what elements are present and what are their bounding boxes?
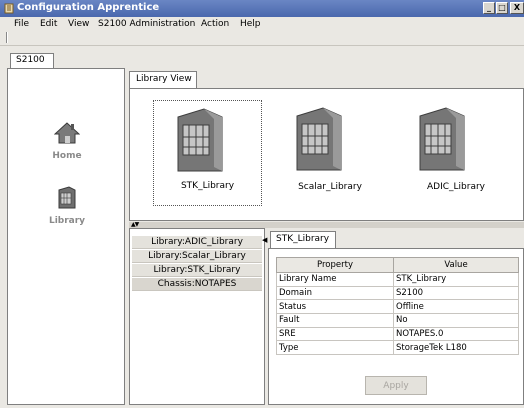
- property-cell: Fault: [276, 313, 394, 328]
- table-row[interactable]: Status Offline: [276, 299, 519, 315]
- menu-s2100-administration[interactable]: S2100 Administration: [98, 19, 195, 29]
- property-cell: SRE: [276, 326, 394, 342]
- table-row[interactable]: Domain S2100: [276, 285, 519, 301]
- library-label-stk: STK_Library: [180, 181, 235, 191]
- property-table: Property Value Library Name STK_Library D…: [276, 257, 519, 356]
- list-item[interactable]: Chassis:NOTAPES: [132, 278, 262, 291]
- library-item-scalar[interactable]: Scalar_Library: [285, 100, 381, 206]
- library-icon: [419, 107, 465, 171]
- table-row[interactable]: SRE NOTAPES.0: [276, 326, 519, 342]
- maximize-button[interactable]: □: [496, 2, 508, 14]
- nav-item-home[interactable]: Home: [8, 121, 126, 161]
- menu-bar: File Edit View S2100 Administration Acti…: [0, 17, 524, 46]
- library-icon: [177, 108, 223, 172]
- menu-help[interactable]: Help: [240, 19, 261, 29]
- title-bar: Configuration Apprentice _ □ X: [0, 0, 524, 17]
- toolbar-grip[interactable]: [6, 32, 8, 43]
- value-cell[interactable]: StorageTek L180: [393, 340, 519, 356]
- library-item-adic[interactable]: ADIC_Library: [410, 100, 506, 206]
- menu-action[interactable]: Action: [201, 19, 229, 29]
- collapse-arrow-icon[interactable]: ◀: [262, 236, 267, 244]
- property-cell: Domain: [276, 285, 394, 301]
- tree-list-pane: Library:ADIC_Library Library:Scalar_Libr…: [129, 228, 265, 405]
- menu-file[interactable]: File: [14, 19, 29, 29]
- splitter-arrows[interactable]: ▲▼: [131, 221, 139, 228]
- left-nav-pane: Home Library: [7, 68, 125, 405]
- app-icon: [4, 3, 14, 14]
- table-row[interactable]: Type StorageTek L180: [276, 340, 519, 356]
- nav-label-library: Library: [48, 216, 86, 226]
- close-button[interactable]: X: [510, 2, 524, 14]
- library-icon: [58, 186, 76, 209]
- tab-s2100[interactable]: S2100: [10, 53, 54, 68]
- apply-button[interactable]: Apply: [365, 376, 427, 395]
- value-cell[interactable]: Offline: [393, 299, 519, 315]
- tab-stk-library[interactable]: STK_Library: [270, 231, 336, 248]
- value-cell[interactable]: S2100: [393, 285, 519, 301]
- property-cell: Library Name: [276, 272, 394, 287]
- column-header-value[interactable]: Value: [393, 257, 519, 273]
- library-item-stk[interactable]: STK_Library: [153, 100, 262, 206]
- tab-library-view[interactable]: Library View: [129, 71, 197, 88]
- minimize-button[interactable]: _: [483, 2, 495, 14]
- home-icon: [53, 122, 81, 144]
- table-row[interactable]: Fault No: [276, 313, 519, 328]
- property-cell: Type: [276, 340, 394, 356]
- library-icon: [296, 107, 342, 171]
- table-row[interactable]: Library Name STK_Library: [276, 272, 519, 287]
- library-label-scalar: Scalar_Library: [298, 182, 362, 192]
- menu-view[interactable]: View: [68, 19, 89, 29]
- list-item[interactable]: Library:Scalar_Library: [132, 250, 262, 263]
- value-cell[interactable]: STK_Library: [393, 272, 519, 287]
- nav-item-library[interactable]: Library: [8, 186, 126, 226]
- library-label-adic: ADIC_Library: [427, 182, 485, 192]
- menu-edit[interactable]: Edit: [40, 19, 57, 29]
- value-cell[interactable]: NOTAPES.0: [393, 326, 519, 342]
- value-cell[interactable]: No: [393, 313, 519, 328]
- nav-label-home: Home: [52, 151, 82, 161]
- column-header-property[interactable]: Property: [276, 257, 394, 273]
- library-view-pane: STK_Library Scalar_Library ADIC_Library: [129, 88, 524, 221]
- list-item[interactable]: Library:ADIC_Library: [132, 236, 262, 249]
- window-title: Configuration Apprentice: [17, 2, 160, 13]
- property-cell: Status: [276, 299, 394, 315]
- list-item[interactable]: Library:STK_Library: [132, 264, 262, 277]
